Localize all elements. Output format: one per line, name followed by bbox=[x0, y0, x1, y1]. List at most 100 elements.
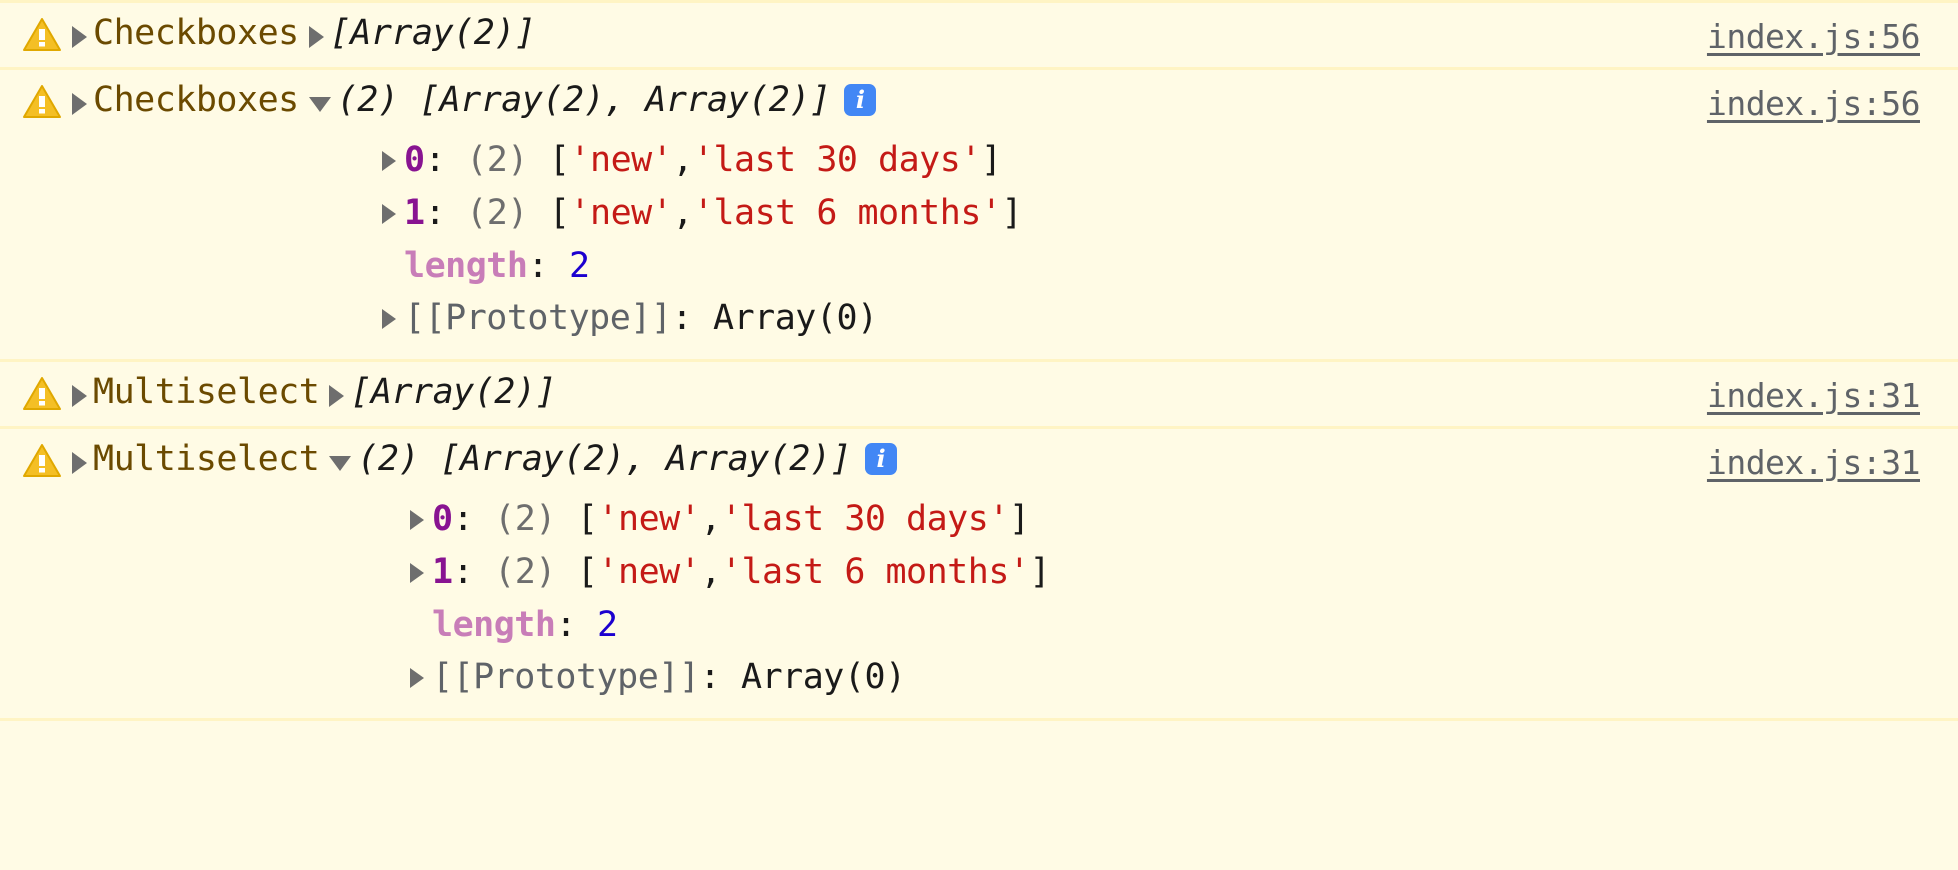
array-value: 'new' bbox=[569, 193, 673, 233]
message-label: Multiselect bbox=[93, 372, 320, 412]
close-bracket: ] bbox=[1008, 499, 1030, 539]
disclosure-triangle-icon[interactable] bbox=[410, 547, 432, 599]
expanded-properties: 0: (2)['new', 'last 30 days'] 1: (2)['new'… bbox=[0, 134, 1958, 359]
property-row-index[interactable]: 1: (2) ['new', 'last 6 months'] bbox=[0, 546, 1958, 599]
property-count: (2) bbox=[494, 552, 556, 592]
property-row-index[interactable]: 1: (2) ['new', 'last 6 months'] bbox=[0, 187, 1958, 240]
expanded-properties: 0: (2)['new', 'last 30 days'] 1: (2)['new'… bbox=[0, 493, 1958, 718]
console-message-header[interactable]: Checkboxes (2) [Array(2), Array(2)] i in… bbox=[0, 70, 1958, 134]
property-value: Array(0) bbox=[741, 657, 906, 697]
value-separator: , bbox=[672, 193, 693, 233]
value-separator: , bbox=[700, 552, 721, 592]
warning-icon bbox=[22, 376, 62, 412]
property-row-index[interactable]: 0: (2) ['new', 'last 30 days'] bbox=[0, 134, 1958, 187]
value-separator: , bbox=[672, 140, 693, 180]
array-value: 'new' bbox=[569, 140, 673, 180]
property-key: length bbox=[432, 605, 556, 645]
property-colon: : bbox=[527, 246, 549, 286]
close-bracket: ] bbox=[1029, 552, 1051, 592]
property-row-length: length:2 bbox=[0, 240, 1958, 292]
property-key: length bbox=[404, 246, 528, 286]
message-head: Checkboxes [Array(2)] bbox=[62, 3, 1958, 55]
bottom-divider bbox=[0, 718, 1958, 721]
property-count: (2) bbox=[466, 140, 528, 180]
info-badge-icon[interactable]: i bbox=[865, 443, 898, 475]
array-value: 'last 6 months' bbox=[692, 193, 1002, 233]
array-preview: [Array(2)] bbox=[350, 372, 557, 412]
message-label: Checkboxes bbox=[93, 80, 299, 120]
array-value: 'new' bbox=[597, 552, 701, 592]
property-colon: : bbox=[424, 140, 446, 180]
console-message[interactable]: Multiselect (2) [Array(2), Array(2)] i i… bbox=[0, 426, 1958, 718]
property-key: [[Prototype]] bbox=[432, 657, 700, 697]
console-message-header[interactable]: Multiselect (2) [Array(2), Array(2)] i i… bbox=[0, 429, 1958, 493]
disclosure-triangle-icon[interactable] bbox=[410, 494, 432, 546]
console-message[interactable]: Multiselect [Array(2)] index.js:31 bbox=[0, 359, 1958, 426]
warning-icon bbox=[22, 17, 62, 53]
disclosure-triangle-label[interactable] bbox=[62, 370, 93, 414]
property-row-prototype[interactable]: [[Prototype]]: Array(0) bbox=[0, 651, 1958, 704]
property-colon: : bbox=[555, 605, 577, 645]
disclosure-triangle-label[interactable] bbox=[62, 11, 93, 55]
message-head: Multiselect [Array(2)] bbox=[62, 362, 1958, 414]
disclosure-triangle-preview[interactable] bbox=[299, 11, 330, 55]
property-row-index[interactable]: 0: (2) ['new', 'last 30 days'] bbox=[0, 493, 1958, 546]
property-colon: : bbox=[671, 298, 693, 338]
console-panel: Checkboxes [Array(2)] index.js:56 Checkb… bbox=[0, 0, 1958, 870]
property-key: 1 bbox=[432, 552, 453, 592]
source-link[interactable]: index.js:31 bbox=[1707, 376, 1921, 416]
disclosure-triangle-icon[interactable] bbox=[382, 293, 404, 345]
property-colon: : bbox=[699, 657, 721, 697]
property-colon: : bbox=[424, 193, 446, 233]
property-value: 2 bbox=[597, 605, 618, 645]
array-value: 'last 30 days' bbox=[692, 140, 982, 180]
property-row-prototype[interactable]: [[Prototype]]: Array(0) bbox=[0, 292, 1958, 345]
open-bracket: [ bbox=[548, 193, 570, 233]
disclosure-triangle-label[interactable] bbox=[62, 78, 93, 122]
property-value: Array(0) bbox=[713, 298, 878, 338]
console-message[interactable]: Checkboxes [Array(2)] index.js:56 bbox=[0, 0, 1958, 67]
message-label: Checkboxes bbox=[93, 13, 299, 53]
property-colon: : bbox=[452, 552, 474, 592]
disclosure-triangle-label[interactable] bbox=[62, 437, 93, 481]
disclosure-triangle-preview[interactable] bbox=[319, 441, 357, 485]
info-badge-icon[interactable]: i bbox=[844, 84, 877, 116]
message-head: Checkboxes (2) [Array(2), Array(2)] i bbox=[62, 70, 1958, 126]
source-link[interactable]: index.js:56 bbox=[1707, 84, 1921, 124]
warning-icon bbox=[22, 443, 62, 479]
source-link[interactable]: index.js:56 bbox=[1707, 17, 1921, 57]
array-preview: (2) [Array(2), Array(2)] bbox=[336, 80, 831, 120]
property-key: 1 bbox=[404, 193, 425, 233]
open-bracket: [ bbox=[576, 499, 598, 539]
message-head: Multiselect (2) [Array(2), Array(2)] i bbox=[62, 429, 1958, 485]
property-key: [[Prototype]] bbox=[404, 298, 672, 338]
array-value: 'last 6 months' bbox=[720, 552, 1030, 592]
property-colon: : bbox=[452, 499, 474, 539]
disclosure-triangle-preview[interactable] bbox=[319, 370, 350, 414]
value-separator: , bbox=[700, 499, 721, 539]
message-label: Multiselect bbox=[93, 439, 320, 479]
source-link[interactable]: index.js:31 bbox=[1707, 443, 1921, 483]
close-bracket: ] bbox=[1001, 193, 1023, 233]
console-message-header[interactable]: Multiselect [Array(2)] index.js:31 bbox=[0, 362, 1958, 426]
property-row-length: length:2 bbox=[0, 599, 1958, 651]
close-bracket: ] bbox=[980, 140, 1002, 180]
property-count: (2) bbox=[466, 193, 528, 233]
property-key: 0 bbox=[432, 499, 453, 539]
array-value: 'last 30 days' bbox=[720, 499, 1010, 539]
disclosure-triangle-icon[interactable] bbox=[382, 188, 404, 240]
array-value: 'new' bbox=[597, 499, 701, 539]
disclosure-triangle-icon[interactable] bbox=[410, 652, 432, 704]
property-count: (2) bbox=[494, 499, 556, 539]
warning-icon bbox=[22, 84, 62, 120]
disclosure-triangle-icon[interactable] bbox=[382, 135, 404, 187]
open-bracket: [ bbox=[548, 140, 570, 180]
disclosure-triangle-preview[interactable] bbox=[299, 82, 337, 126]
console-message-header[interactable]: Checkboxes [Array(2)] index.js:56 bbox=[0, 3, 1958, 67]
property-key: 0 bbox=[404, 140, 425, 180]
array-preview: (2) [Array(2), Array(2)] bbox=[357, 439, 852, 479]
console-message[interactable]: Checkboxes (2) [Array(2), Array(2)] i in… bbox=[0, 67, 1958, 359]
open-bracket: [ bbox=[576, 552, 598, 592]
array-preview: [Array(2)] bbox=[329, 13, 536, 53]
property-value: 2 bbox=[569, 246, 590, 286]
